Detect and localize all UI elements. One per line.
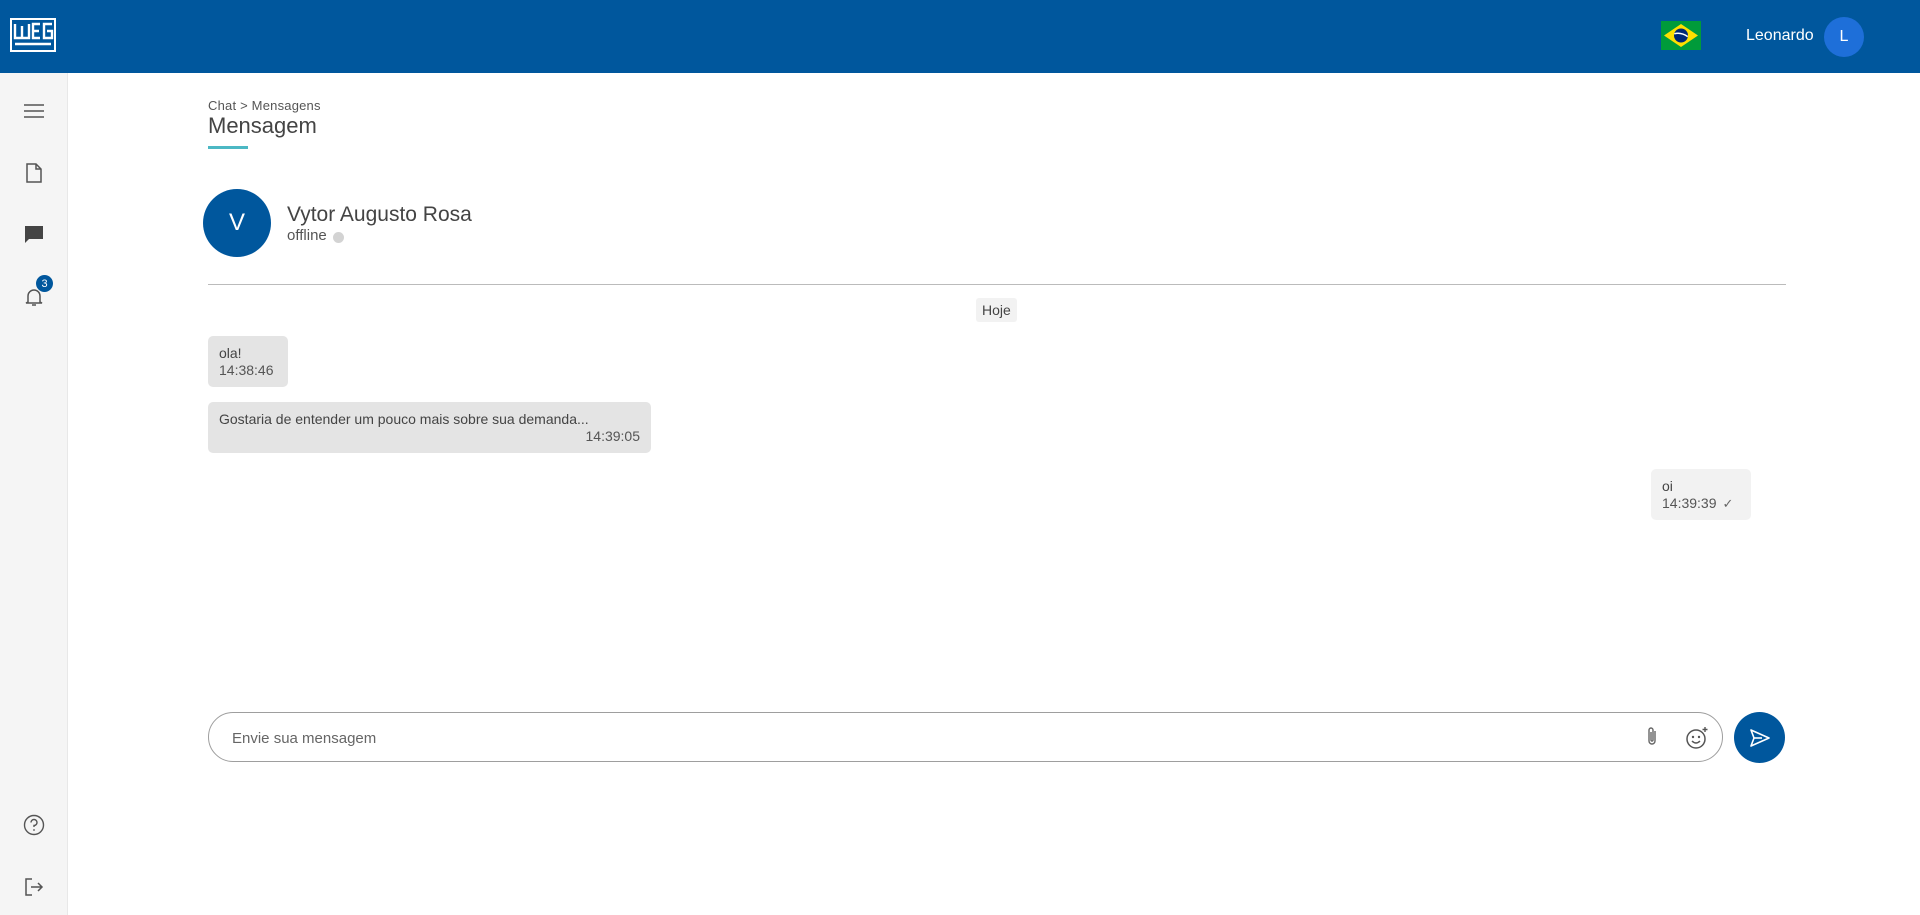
message-text: Gostaria de entender um pouco mais sobre… bbox=[219, 411, 589, 427]
message-bubble: oi 14:39:39 ✓ bbox=[1651, 469, 1751, 520]
message-composer bbox=[208, 712, 1723, 762]
emoji-icon[interactable] bbox=[1684, 725, 1710, 751]
logout-icon[interactable] bbox=[20, 873, 48, 901]
weg-logo[interactable] bbox=[10, 18, 56, 52]
document-icon[interactable] bbox=[20, 159, 48, 187]
sidebar: 3 bbox=[0, 73, 68, 915]
message-text: ola! bbox=[219, 345, 242, 361]
message-time: 14:39:05 bbox=[585, 428, 641, 444]
send-icon bbox=[1749, 728, 1770, 747]
help-icon[interactable] bbox=[20, 811, 48, 839]
breadcrumb[interactable]: Chat > Mensagens bbox=[208, 98, 321, 113]
notifications-icon[interactable]: 3 bbox=[20, 275, 53, 311]
message-bubble: ola! 14:38:46 bbox=[208, 336, 288, 387]
check-icon: ✓ bbox=[1722, 496, 1734, 511]
message-time: 14:38:46 bbox=[219, 362, 274, 378]
contact-status: offline bbox=[287, 227, 344, 244]
attach-icon[interactable] bbox=[1640, 725, 1664, 749]
menu-icon[interactable] bbox=[20, 97, 48, 125]
message-input[interactable] bbox=[232, 727, 1592, 749]
page-title: Mensagem bbox=[208, 113, 317, 138]
user-avatar[interactable]: L bbox=[1824, 17, 1864, 57]
send-button[interactable] bbox=[1734, 712, 1785, 763]
chat-icon[interactable] bbox=[20, 221, 48, 249]
contact-status-label: offline bbox=[287, 227, 327, 244]
contact-name: Vytor Augusto Rosa bbox=[287, 203, 472, 226]
status-dot bbox=[332, 231, 344, 243]
message-text: oi bbox=[1662, 478, 1673, 494]
notifications-badge: 3 bbox=[36, 275, 53, 292]
divider bbox=[208, 284, 1786, 285]
top-bar: Leonardo L bbox=[0, 0, 1920, 73]
user-name[interactable]: Leonardo bbox=[1746, 27, 1814, 45]
contact-avatar: V bbox=[203, 189, 271, 257]
day-separator: Hoje bbox=[976, 298, 1017, 322]
title-underline bbox=[208, 146, 248, 149]
brazil-flag-icon[interactable] bbox=[1661, 21, 1701, 50]
message-time: 14:39:39 bbox=[1662, 495, 1717, 511]
message-bubble: Gostaria de entender um pouco mais sobre… bbox=[208, 402, 651, 453]
message-time-row: 14:39:39 ✓ bbox=[1662, 495, 1740, 512]
